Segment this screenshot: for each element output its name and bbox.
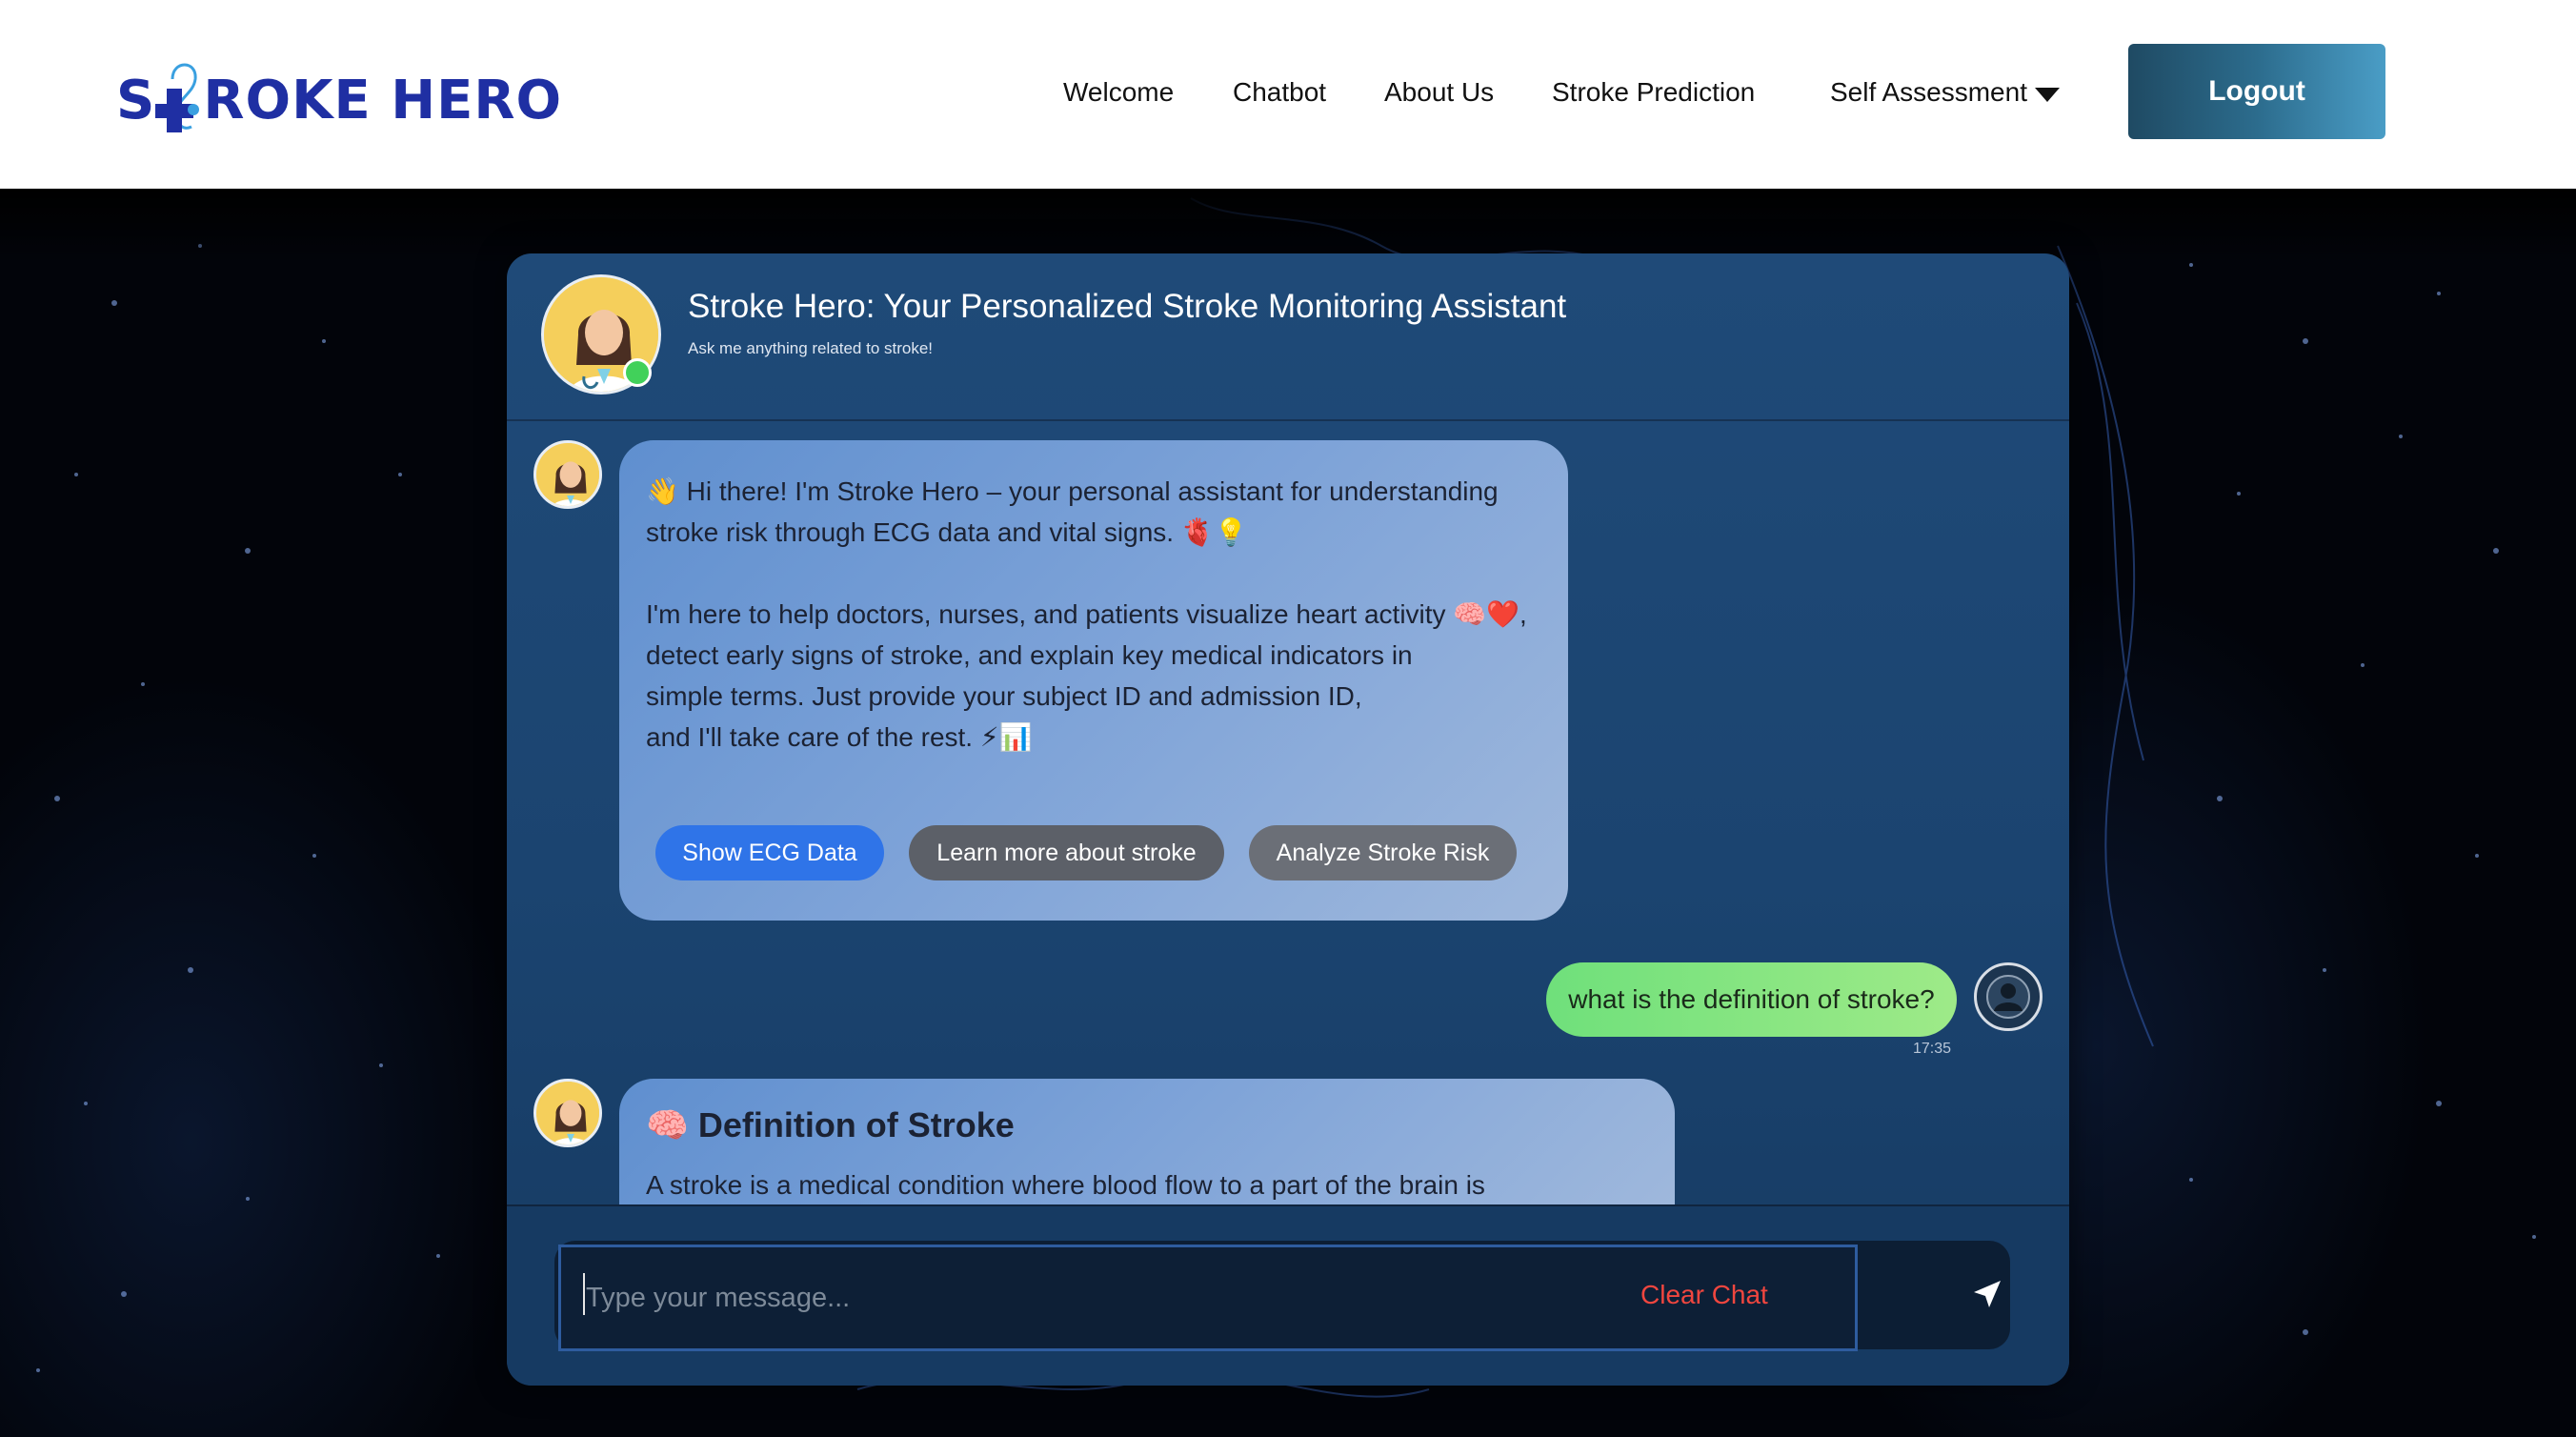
message-timestamp: 17:35 (1913, 1041, 1952, 1057)
text-cursor (583, 1273, 585, 1315)
nav-self-assessment-dropdown[interactable]: Self Assessment (1830, 77, 2060, 108)
welcome-line: stroke risk through ECG data and vital s… (646, 517, 1248, 547)
welcome-line: detect early signs of stroke, and explai… (646, 640, 1413, 670)
definition-title-text: Definition of Stroke (697, 1105, 1015, 1144)
chat-input-area: Clear Chat (507, 1204, 2069, 1386)
clear-chat-button[interactable]: Clear Chat (1640, 1241, 1768, 1349)
welcome-line: I'm here to help doctors, nurses, and pa… (646, 599, 1527, 629)
send-icon[interactable] (1968, 1275, 2006, 1313)
chat-title: Stroke Hero: Your Personalized Stroke Mo… (688, 288, 1567, 325)
analyze-stroke-risk-button[interactable]: Analyze Stroke Risk (1249, 825, 1517, 880)
nav-chatbot[interactable]: Chatbot (1233, 77, 1326, 108)
chat-header: Stroke Hero: Your Personalized Stroke Mo… (507, 253, 2069, 421)
nav-self-assessment-label: Self Assessment (1830, 77, 2027, 107)
logo-text-s: S (116, 69, 156, 132)
show-ecg-data-button[interactable]: Show ECG Data (655, 825, 884, 880)
caret-down-icon (2034, 87, 2060, 102)
welcome-line: simple terms. Just provide your subject … (646, 681, 1362, 711)
medical-cross-icon (155, 63, 201, 132)
nav-welcome[interactable]: Welcome (1063, 77, 1174, 108)
welcome-line: and I'll take care of the rest. ⚡📊 (646, 722, 1033, 752)
nav-stroke-prediction[interactable]: Stroke Prediction (1552, 77, 1755, 108)
logout-button[interactable]: Logout (2128, 44, 2385, 139)
online-status-indicator (623, 358, 652, 387)
welcome-message-text: 👋 Hi there! I'm Stroke Hero – your perso… (646, 471, 1560, 758)
definition-body-text: A stroke is a medical condition where bl… (646, 1170, 1485, 1200)
logo-text-rest: ROKE HERO (203, 69, 563, 132)
bot-avatar-icon (533, 1079, 602, 1147)
stroke-hero-logo[interactable]: S ROKE HERO (116, 57, 562, 143)
brain-icon: 🧠 (646, 1105, 689, 1144)
nav-about-us[interactable]: About Us (1384, 77, 1494, 108)
chat-subtitle: Ask me anything related to stroke! (688, 339, 934, 357)
user-avatar-icon (1974, 962, 2043, 1031)
bot-definition-message: 🧠 Definition of Stroke A stroke is a med… (619, 1079, 1675, 1208)
chat-input-container: Clear Chat (554, 1241, 2010, 1351)
definition-heading: 🧠 Definition of Stroke (646, 1105, 1015, 1145)
bot-avatar-icon (533, 440, 602, 509)
learn-more-stroke-button[interactable]: Learn more about stroke (909, 825, 1224, 880)
welcome-line: 👋 Hi there! I'm Stroke Hero – your perso… (646, 476, 1499, 506)
top-navbar: S ROKE HERO Welcome Chatbot About Us Str… (0, 0, 2576, 189)
user-message-bubble: what is the definition of stroke? (1546, 962, 1957, 1037)
